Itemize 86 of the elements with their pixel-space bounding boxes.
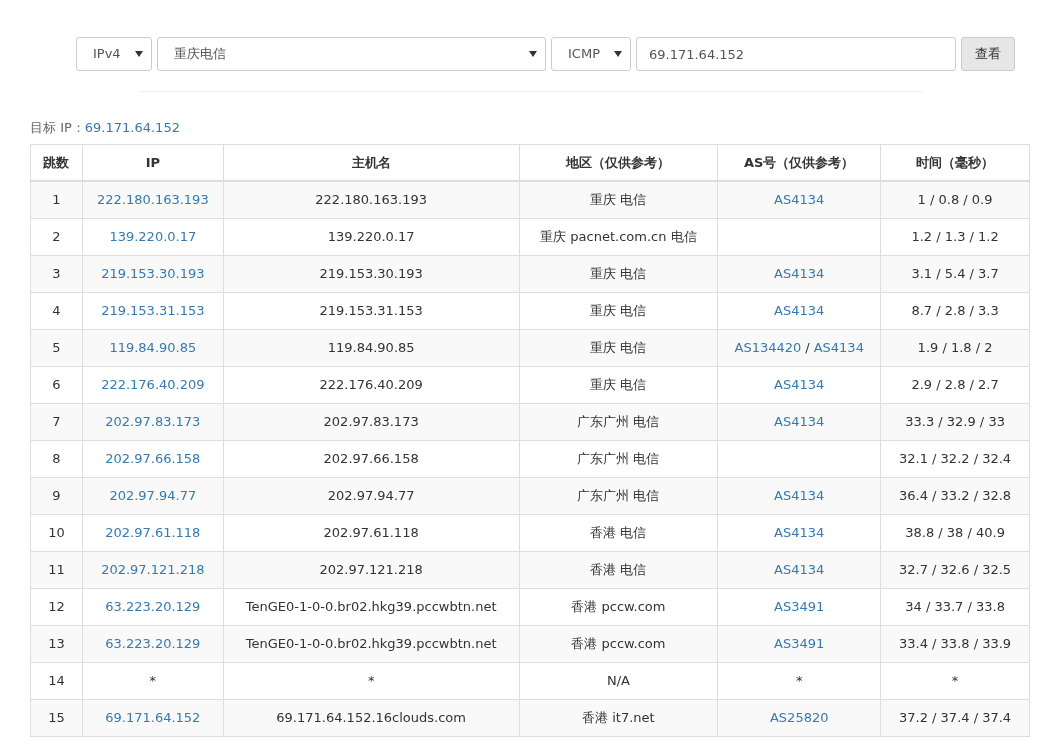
hop-number: 1 bbox=[52, 192, 61, 207]
hostname: 219.153.31.153 bbox=[319, 302, 423, 318]
region: 广东广州 电信 bbox=[577, 413, 660, 429]
caret-icon bbox=[614, 51, 622, 57]
time-ms: 2.9 / 2.8 / 2.7 bbox=[911, 376, 999, 392]
region: 香港 pccw.com bbox=[571, 598, 666, 614]
as-number: / bbox=[805, 339, 810, 355]
hop-number: 12 bbox=[48, 598, 65, 614]
caret-icon bbox=[529, 51, 537, 57]
as-number: * bbox=[795, 672, 803, 688]
time-ms: 8.7 / 2.8 / 3.3 bbox=[911, 302, 999, 318]
time-ms: 3.1 / 5.4 / 3.7 bbox=[911, 265, 999, 281]
query-button[interactable]: 查看 bbox=[961, 37, 1015, 71]
region: 香港 电信 bbox=[590, 524, 647, 540]
as-number-link[interactable]: AS4134 bbox=[774, 524, 825, 540]
as-number-link[interactable]: AS3491 bbox=[774, 598, 825, 614]
as-number-link[interactable]: AS4134 bbox=[774, 302, 825, 318]
hop-number: 14 bbox=[48, 672, 65, 688]
as-number-link[interactable]: AS25820 bbox=[769, 709, 829, 725]
as-number-link[interactable]: AS4134 bbox=[774, 561, 825, 577]
region: 重庆 电信 bbox=[590, 192, 647, 207]
target-ip-link[interactable]: 69.171.64.152 bbox=[84, 120, 180, 135]
hop-number: 10 bbox=[48, 524, 65, 540]
time-ms: 32.7 / 32.6 / 32.5 bbox=[899, 561, 1012, 577]
region: 重庆 pacnet.com.cn 电信 bbox=[540, 228, 697, 244]
ip: * bbox=[149, 672, 157, 688]
as-number-link[interactable]: AS4134 bbox=[813, 339, 864, 355]
as-number-link[interactable]: AS4134 bbox=[774, 376, 825, 392]
hop-number: 4 bbox=[52, 302, 61, 318]
hop-number: 8 bbox=[52, 450, 61, 466]
hop-number: 2 bbox=[52, 228, 61, 244]
region: 重庆 电信 bbox=[590, 302, 647, 318]
ip-version-select[interactable]: IPv4 bbox=[76, 37, 152, 71]
time-ms: 38.8 / 38 / 40.9 bbox=[905, 524, 1005, 540]
hop-number: 9 bbox=[52, 487, 61, 503]
hostname: TenGE0-1-0-0.br02.hkg39.pccwbtn.net bbox=[245, 635, 497, 651]
node-select[interactable]: 重庆电信 bbox=[157, 37, 546, 71]
hop-number: 13 bbox=[48, 635, 65, 651]
hop-number: 11 bbox=[48, 561, 65, 577]
hostname: * bbox=[367, 672, 375, 688]
hop-number: 5 bbox=[52, 339, 61, 355]
region: 广东广州 电信 bbox=[577, 450, 660, 466]
as-number-link[interactable]: AS134420 bbox=[734, 339, 802, 355]
region: 香港 pccw.com bbox=[571, 635, 666, 651]
hostname: 69.171.64.152.16clouds.com bbox=[276, 709, 466, 725]
hop-number: 6 bbox=[52, 376, 61, 392]
time-ms: 1 / 0.8 / 0.9 bbox=[917, 192, 993, 207]
hop-number: 3 bbox=[52, 265, 61, 281]
hostname: 202.97.121.218 bbox=[319, 561, 423, 577]
target-field[interactable]: 69.171.64.152 bbox=[636, 37, 956, 71]
time-ms: 33.3 / 32.9 / 33 bbox=[905, 413, 1005, 429]
target-label: 目标 IP： bbox=[30, 120, 85, 135]
hop-number: 15 bbox=[48, 709, 65, 725]
time-ms: 37.2 / 37.4 / 37.4 bbox=[899, 709, 1012, 725]
as-number-link[interactable]: AS3491 bbox=[774, 635, 825, 651]
time-ms: 1.9 / 1.8 / 2 bbox=[917, 339, 993, 355]
region: 香港 电信 bbox=[590, 561, 647, 577]
time-ms: 33.4 / 33.8 / 33.9 bbox=[899, 635, 1012, 651]
hostname: 202.97.66.158 bbox=[323, 450, 419, 466]
hostname: TenGE0-1-0-0.br02.hkg39.pccwbtn.net bbox=[245, 598, 497, 614]
hostname: 119.84.90.85 bbox=[327, 339, 415, 355]
as-number-link[interactable]: AS4134 bbox=[774, 487, 825, 503]
as-number-link[interactable]: AS4134 bbox=[774, 265, 825, 281]
time-ms: 34 / 33.7 / 33.8 bbox=[905, 598, 1005, 614]
hostname: 202.97.94.77 bbox=[327, 487, 415, 503]
time-ms: 32.1 / 32.2 / 32.4 bbox=[899, 450, 1012, 466]
hostname: 222.176.40.209 bbox=[319, 376, 423, 392]
hostname: 222.180.163.193 bbox=[315, 192, 427, 207]
hostname: 202.97.83.173 bbox=[323, 413, 419, 429]
hostname: 139.220.0.17 bbox=[327, 228, 415, 244]
region: 广东广州 电信 bbox=[577, 487, 660, 503]
region: 重庆 电信 bbox=[590, 265, 647, 281]
hostname: 219.153.30.193 bbox=[319, 265, 423, 281]
region: N/A bbox=[606, 672, 630, 688]
as-number-link[interactable]: AS4134 bbox=[774, 192, 825, 207]
time-ms: 36.4 / 33.2 / 32.8 bbox=[899, 487, 1012, 503]
region: 重庆 电信 bbox=[590, 339, 647, 355]
region: 重庆 电信 bbox=[590, 376, 647, 392]
hop-number: 7 bbox=[52, 413, 61, 429]
region: 香港 it7.net bbox=[582, 709, 655, 725]
as-number-link[interactable]: AS4134 bbox=[774, 413, 825, 429]
time-ms: 1.2 / 1.3 / 1.2 bbox=[911, 228, 999, 244]
hostname: 202.97.61.118 bbox=[323, 524, 419, 540]
protocol-select[interactable]: ICMP bbox=[551, 37, 631, 71]
time-ms: * bbox=[951, 672, 959, 688]
caret-icon bbox=[135, 51, 143, 57]
